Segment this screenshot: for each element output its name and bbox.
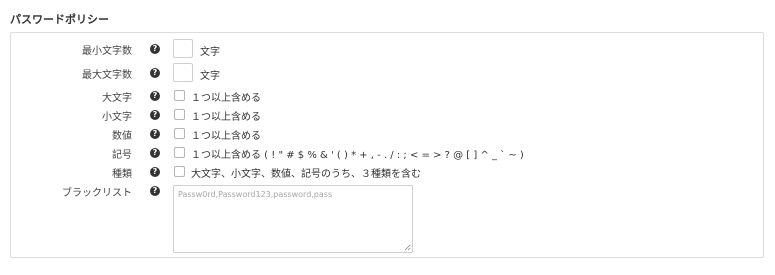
help-icon[interactable]: ? <box>150 167 160 177</box>
min-length-row: 最小文字数 ? 文字 <box>11 39 763 59</box>
help-icon[interactable]: ? <box>150 44 160 54</box>
resize-handle-icon[interactable] <box>404 244 411 251</box>
help-icon[interactable]: ? <box>150 68 160 78</box>
min-length-unit: 文字 <box>200 47 220 58</box>
symbol-checkbox[interactable] <box>174 147 185 158</box>
max-length-row: 最大文字数 ? 文字 <box>11 63 763 83</box>
uppercase-label: 大文字 <box>102 93 132 104</box>
uppercase-text: １つ以上含める <box>191 93 261 104</box>
symbol-label: 記号 <box>112 150 132 161</box>
symbol-row: 記号 ? １つ以上含める ( ! " # $ % & ' ( ) * + , -… <box>11 146 763 162</box>
blacklist-placeholder: Passw0rd,Password123,password,pass <box>178 190 333 199</box>
max-length-input[interactable] <box>173 63 193 82</box>
help-icon[interactable]: ? <box>150 110 160 120</box>
min-length-label: 最小文字数 <box>82 46 132 57</box>
uppercase-row: 大文字 ? １つ以上含める <box>11 89 763 105</box>
number-text: １つ以上含める <box>191 131 261 142</box>
lowercase-text: １つ以上含める <box>191 112 261 123</box>
min-length-input[interactable] <box>173 39 193 58</box>
password-policy-panel: 最小文字数 ? 文字 最大文字数 ? 文字 大文字 ? １つ以上含める 小文字 … <box>10 32 764 258</box>
max-length-label: 最大文字数 <box>82 70 132 81</box>
kinds-text: 大文字、小文字、数値、記号のうち、３種類を含む <box>191 169 421 180</box>
number-checkbox[interactable] <box>174 128 185 139</box>
lowercase-label: 小文字 <box>102 112 132 123</box>
help-icon[interactable]: ? <box>150 186 160 196</box>
help-icon[interactable]: ? <box>150 129 160 139</box>
lowercase-row: 小文字 ? １つ以上含める <box>11 108 763 124</box>
blacklist-textarea[interactable]: Passw0rd,Password123,password,pass <box>173 185 413 253</box>
kinds-row: 種類 ? 大文字、小文字、数値、記号のうち、３種類を含む <box>11 165 763 181</box>
number-label: 数値 <box>112 131 132 142</box>
max-length-unit: 文字 <box>200 71 220 82</box>
help-icon[interactable]: ? <box>150 148 160 158</box>
kinds-label: 種類 <box>112 169 132 180</box>
symbol-text: １つ以上含める ( ! " # $ % & ' ( ) * + , - . / … <box>191 150 524 161</box>
kinds-checkbox[interactable] <box>174 166 185 177</box>
blacklist-label: ブラックリスト <box>62 188 132 199</box>
number-row: 数値 ? １つ以上含める <box>11 127 763 143</box>
lowercase-checkbox[interactable] <box>174 109 185 120</box>
uppercase-checkbox[interactable] <box>174 90 185 101</box>
section-title: パスワードポリシー <box>10 13 109 26</box>
help-icon[interactable]: ? <box>150 91 160 101</box>
